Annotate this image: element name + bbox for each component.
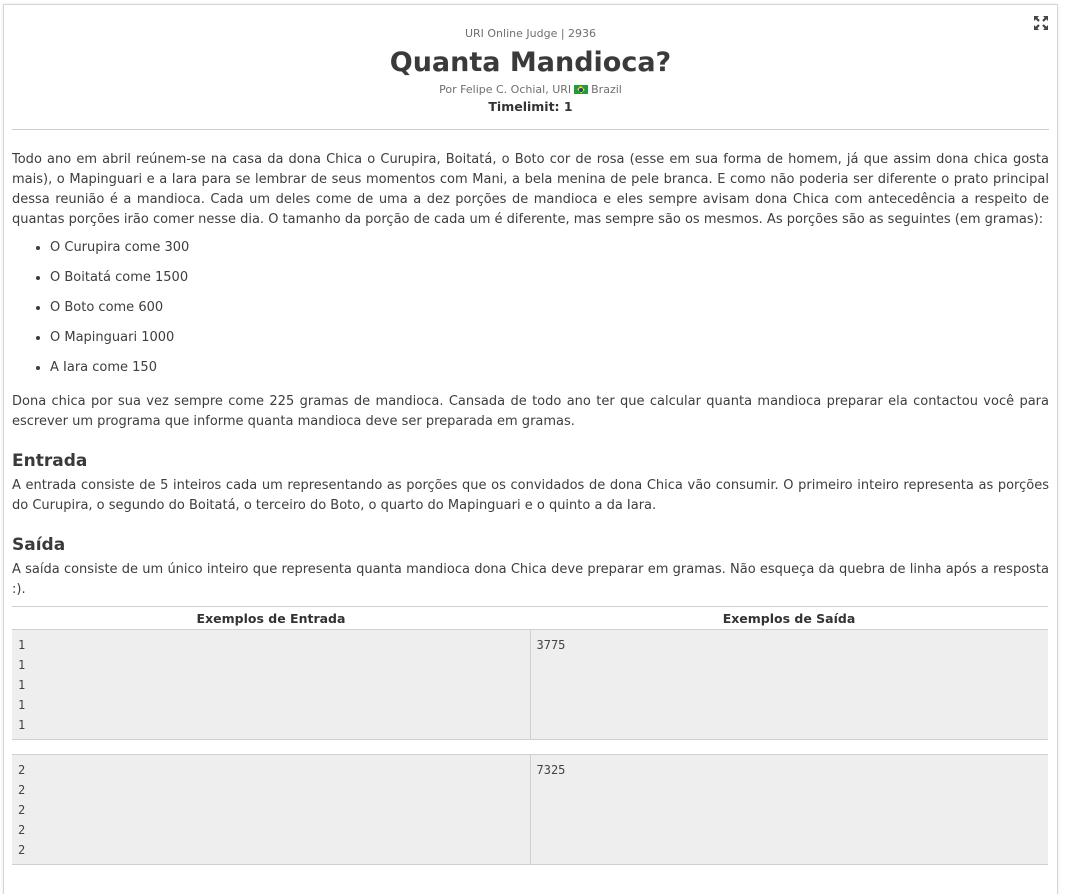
expand-icon[interactable] [1033, 15, 1049, 31]
example-output-cell[interactable]: 7325 [530, 754, 1048, 865]
list-item: O Mapinguari 1000 [50, 328, 1049, 358]
example-input-line: 1 [18, 638, 26, 652]
brazil-flag-icon [574, 85, 589, 94]
example-row: 1 1 1 1 1 3775 [12, 629, 1048, 740]
header-divider [12, 129, 1049, 130]
list-item: O Curupira come 300 [50, 238, 1049, 268]
author-name: Por Felipe C. Ochial, URI [439, 83, 572, 96]
author-country: Brazil [591, 83, 622, 96]
example-input-line: 2 [18, 843, 26, 857]
example-input-line: 2 [18, 763, 26, 777]
judge-label: URI Online Judge | 2936 [464, 27, 597, 40]
author-line: Por Felipe C. Ochial, URI Brazil [4, 82, 1057, 97]
example-row: 2 2 2 2 2 7325 [12, 754, 1048, 865]
problem-body: Todo ano em abril reúnem-se na casa da d… [4, 150, 1057, 600]
example-input-line: 1 [18, 718, 26, 732]
example-input-line: 2 [18, 823, 26, 837]
portion-list: O Curupira come 300 O Boitatá come 1500 … [12, 238, 1049, 388]
output-heading: Saída [12, 535, 66, 555]
description-paragraph-2: Dona chica por sua vez sempre come 225 g… [12, 394, 1049, 429]
problem-header: URI Online Judge | 2936 Quanta Mandioca?… [4, 5, 1057, 114]
example-separator [12, 739, 1048, 755]
description-paragraph-1: Todo ano em abril reúnem-se na casa da d… [12, 152, 1049, 227]
examples-table: Exemplos de Entrada Exemplos de Saída 1 … [12, 606, 1048, 865]
example-input-cell[interactable]: 1 1 1 1 1 [12, 629, 531, 740]
list-item: O Boitatá come 1500 [50, 268, 1049, 298]
examples-input-header: Exemplos de Entrada [12, 606, 530, 630]
examples-output-header: Exemplos de Saída [530, 606, 1048, 630]
timelimit: Timelimit: 1 [488, 99, 573, 114]
list-item: O Boto come 600 [50, 298, 1049, 328]
problem-frame: URI Online Judge | 2936 Quanta Mandioca?… [3, 4, 1058, 894]
example-input-line: 1 [18, 698, 26, 712]
example-input-line: 1 [18, 658, 26, 672]
example-output-line: 7325 [536, 763, 566, 777]
example-input-cell[interactable]: 2 2 2 2 2 [12, 754, 531, 865]
input-description: A entrada consiste de 5 inteiros cada um… [12, 478, 1049, 513]
example-input-line: 2 [18, 803, 26, 817]
example-output-line: 3775 [536, 638, 566, 652]
example-input-line: 2 [18, 783, 26, 797]
list-item: A Iara come 150 [50, 358, 1049, 388]
example-input-line: 1 [18, 678, 26, 692]
problem-title: Quanta Mandioca? [389, 47, 672, 78]
input-heading: Entrada [12, 451, 88, 471]
output-description: A saída consiste de um único inteiro que… [12, 562, 1049, 597]
example-output-cell[interactable]: 3775 [530, 629, 1048, 740]
